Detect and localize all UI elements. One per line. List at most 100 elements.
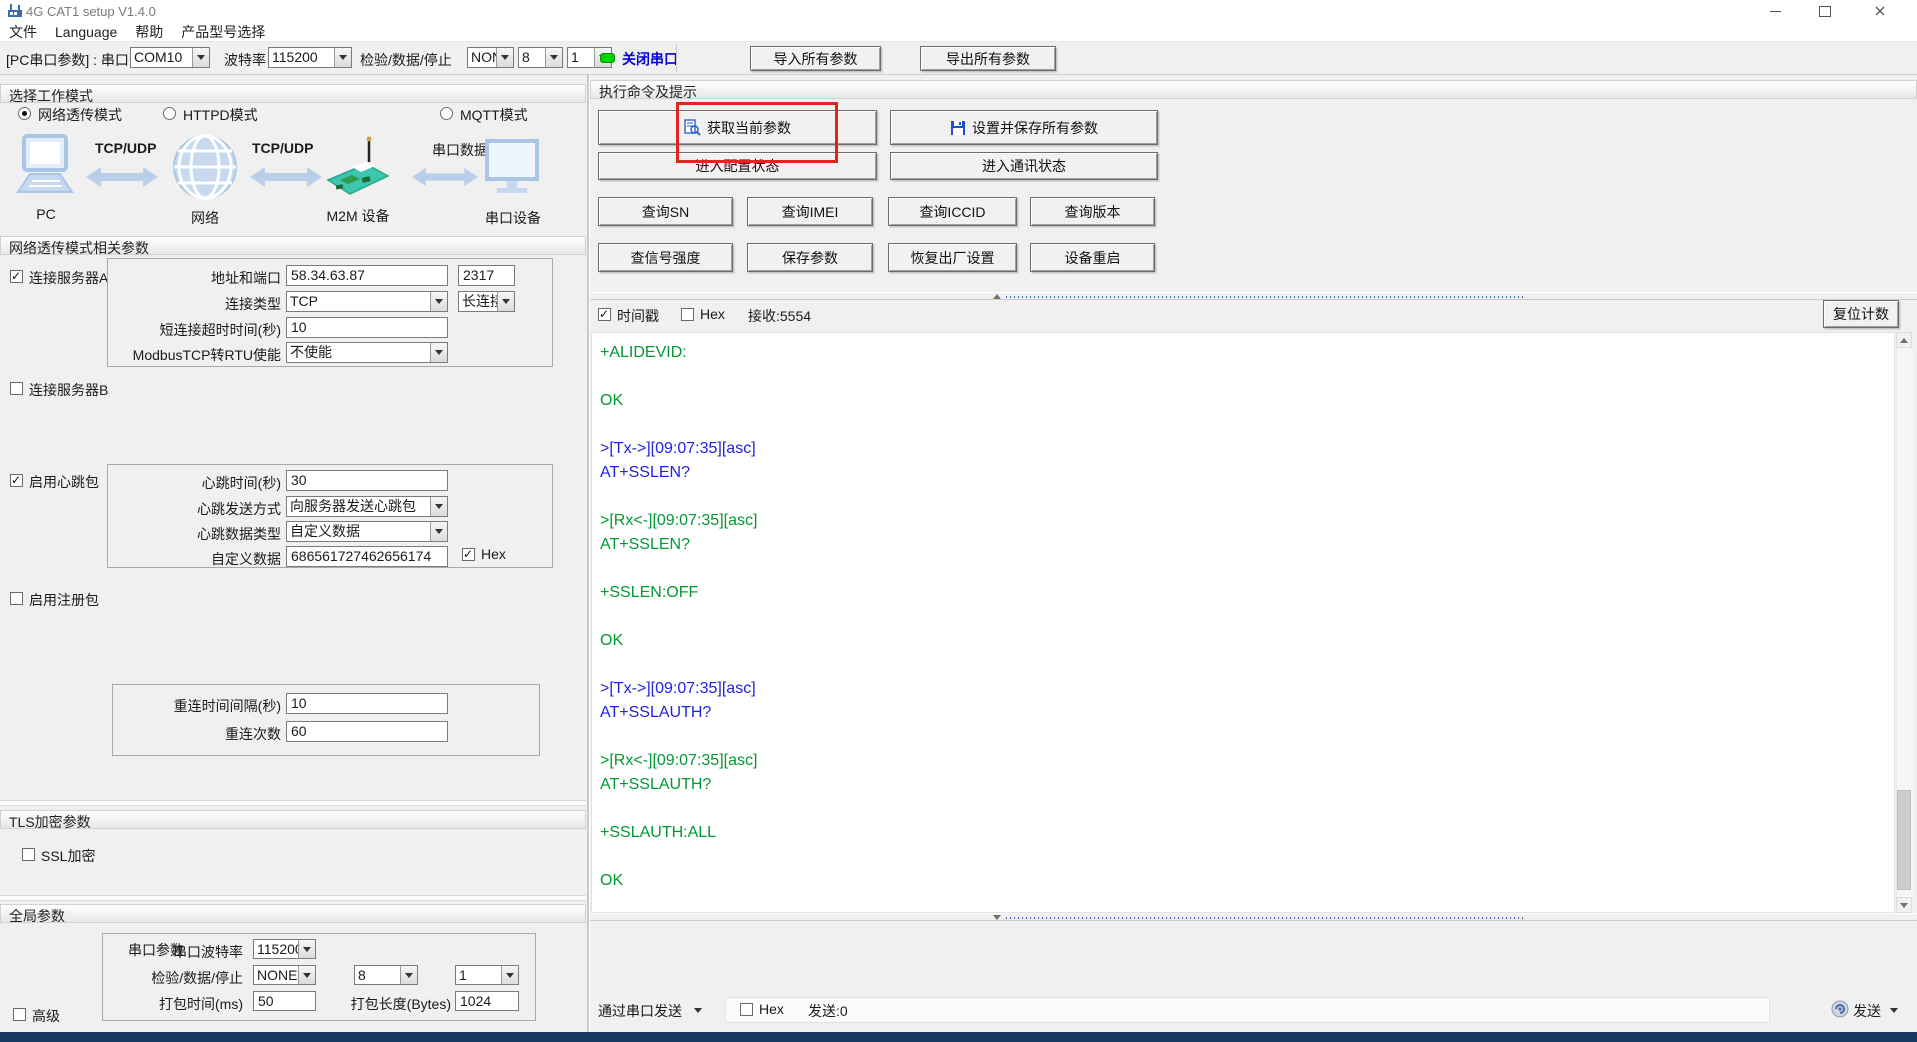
radio-mqtt-mode-label[interactable]: MQTT模式 [460, 105, 528, 125]
tx-hex-checkbox[interactable] [740, 1003, 753, 1016]
server-a-port-input[interactable]: 2317 [458, 265, 515, 286]
send-input[interactable] [725, 997, 1770, 1023]
gp-stopbits-select[interactable]: 1 [455, 965, 519, 985]
radio-mqtt-mode[interactable] [440, 107, 453, 120]
chevron-down-icon [501, 966, 518, 984]
gp-pack-time-input[interactable]: 50 [253, 991, 316, 1011]
reboot-button[interactable]: 设备重启 [1030, 243, 1155, 272]
scroll-up-button[interactable] [1896, 332, 1912, 348]
menu-item-language[interactable]: Language [55, 24, 117, 40]
terminal-line: +SSLAUTH:ALL [600, 821, 1894, 845]
reset-count-button[interactable]: 复位计数 [1823, 300, 1899, 328]
get-params-button[interactable]: 获取当前参数 [598, 110, 877, 145]
databits-select[interactable]: 8 [518, 47, 563, 68]
query-imei-button[interactable]: 查询IMEI [747, 197, 873, 226]
server-a-label[interactable]: 连接服务器A [29, 268, 108, 288]
conn-type-select[interactable]: TCP [286, 291, 448, 312]
hb-type-select[interactable]: 自定义数据 [286, 521, 448, 542]
query-iccid-button[interactable]: 查询ICCID [888, 197, 1017, 226]
short-conn-input[interactable]: 10 [286, 317, 448, 338]
search-document-icon [684, 119, 701, 136]
gp-parity-select[interactable]: NONE [253, 965, 316, 985]
title-bar: 4G CAT1 setup V1.4.0 [0, 0, 1917, 22]
minimize-button[interactable] [1755, 3, 1795, 19]
import-params-button[interactable]: 导入所有参数 [750, 46, 881, 71]
query-signal-button[interactable]: 查信号强度 [598, 243, 733, 272]
gp-baud-select[interactable]: 115200 [253, 939, 316, 959]
splitter-bottom[interactable] [590, 913, 1917, 921]
conn-mode-select[interactable]: 长连接 [458, 291, 515, 312]
radio-httpd-mode-label[interactable]: HTTPD模式 [183, 105, 258, 125]
splitter-top[interactable] [590, 292, 1917, 300]
ssl-label[interactable]: SSL加密 [41, 846, 95, 866]
advanced-checkbox[interactable] [13, 1008, 26, 1021]
menu-item-help[interactable]: 帮助 [135, 22, 163, 42]
heartbeat-label[interactable]: 启用心跳包 [29, 472, 99, 492]
menu-item-product-model[interactable]: 产品型号选择 [181, 22, 265, 42]
chevron-down-icon [496, 48, 513, 67]
hb-mode-select[interactable]: 向服务器发送心跳包 [286, 496, 448, 517]
scrollbar-thumb[interactable] [1897, 790, 1911, 890]
server-b-label[interactable]: 连接服务器B [29, 380, 108, 400]
terminal-line: AT+SSLEN? [600, 461, 1894, 485]
modbus-select[interactable]: 不使能 [286, 342, 448, 363]
terminal-output[interactable]: +ALIDEVID: OK >[Tx->][09:07:35][asc]AT+S… [591, 332, 1895, 913]
factory-reset-button[interactable]: 恢复出厂设置 [888, 243, 1017, 272]
save-params-button[interactable]: 保存参数 [747, 243, 873, 272]
com-port-select[interactable]: COM10 [130, 47, 210, 68]
heartbeat-checkbox[interactable] [10, 474, 23, 487]
terminal-line [600, 413, 1894, 437]
server-a-checkbox[interactable] [10, 270, 23, 283]
server-b-checkbox[interactable] [10, 382, 23, 395]
enter-comm-button[interactable]: 进入通讯状态 [890, 152, 1158, 180]
rx-hex-checkbox[interactable] [681, 308, 694, 321]
radio-httpd-mode[interactable] [163, 107, 176, 120]
close-button[interactable] [1860, 3, 1900, 19]
tx-hex-label[interactable]: Hex [759, 1001, 784, 1017]
pc-laptop-icon [14, 134, 76, 200]
diagram-link2-label: TCP/UDP [252, 140, 313, 156]
net-params-header: 网络透传模式相关参数 [0, 236, 586, 255]
parity-label: 检验/数据/停止 [360, 50, 452, 70]
menu-item-file[interactable]: 文件 [9, 22, 37, 42]
maximize-button[interactable] [1805, 3, 1845, 19]
gp-pack-len-input[interactable]: 1024 [455, 991, 519, 1011]
scroll-down-button[interactable] [1896, 897, 1912, 913]
hb-hex-checkbox[interactable] [462, 548, 475, 561]
collapse-up-icon[interactable] [993, 294, 1001, 299]
advanced-label[interactable]: 高级 [32, 1006, 60, 1026]
ssl-checkbox[interactable] [22, 848, 35, 861]
timestamp-checkbox[interactable] [598, 308, 611, 321]
send-button[interactable]: 发送 [1853, 1001, 1881, 1021]
send-via-serial-dropdown[interactable]: 通过串口发送 [598, 1001, 682, 1021]
register-label[interactable]: 启用注册包 [29, 590, 99, 610]
chevron-down-icon[interactable] [694, 1008, 702, 1013]
server-a-address-input[interactable]: 58.34.63.87 [286, 265, 448, 286]
set-save-params-button[interactable]: 设置并保存所有参数 [890, 110, 1158, 145]
radio-net-mode[interactable] [18, 107, 31, 120]
export-params-button[interactable]: 导出所有参数 [920, 46, 1056, 71]
close-port-button[interactable]: 关闭串口 [622, 49, 678, 69]
baud-select[interactable]: 115200 [268, 47, 352, 68]
query-version-button[interactable]: 查询版本 [1030, 197, 1155, 226]
modbus-label: ModbusTCP转RTU使能 [111, 345, 281, 365]
hb-hex-label[interactable]: Hex [481, 546, 506, 562]
baud-label: 波特率 [224, 50, 266, 70]
parity-select[interactable]: NONE [467, 47, 514, 68]
hb-time-input[interactable]: 30 [286, 470, 448, 491]
hb-data-input[interactable]: 686561727462656174 [286, 546, 448, 567]
chevron-down-icon[interactable] [1890, 1008, 1898, 1013]
register-checkbox[interactable] [10, 592, 23, 605]
query-sn-button[interactable]: 查询SN [598, 197, 733, 226]
gp-databits-select[interactable]: 8 [354, 965, 418, 985]
rx-hex-label[interactable]: Hex [700, 306, 725, 322]
panel-divider[interactable] [587, 75, 590, 1032]
radio-net-mode-label[interactable]: 网络透传模式 [38, 105, 122, 125]
reconn-count-input[interactable]: 60 [286, 721, 448, 742]
collapse-down-icon[interactable] [993, 915, 1001, 920]
enter-config-button[interactable]: 进入配置状态 [598, 152, 877, 180]
timestamp-label[interactable]: 时间戳 [617, 306, 659, 326]
section-separator [0, 800, 586, 806]
reconn-interval-input[interactable]: 10 [286, 693, 448, 714]
splitter-dots [1006, 296, 1526, 298]
